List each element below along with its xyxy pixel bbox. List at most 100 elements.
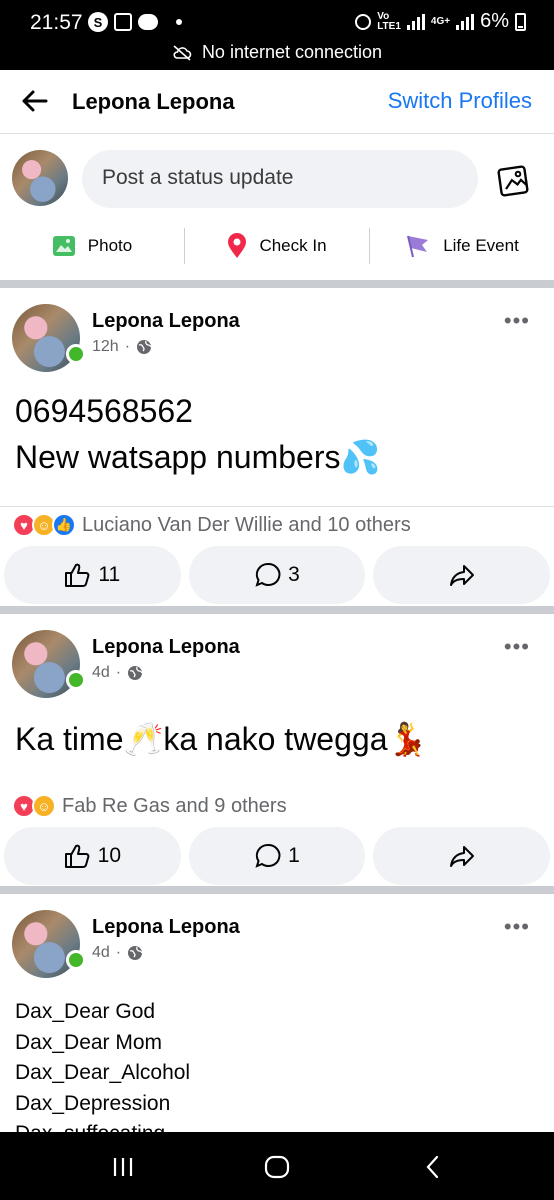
s-app-icon: S: [88, 12, 108, 32]
photo-label: Photo: [87, 236, 133, 255]
back-icon[interactable]: [418, 1152, 448, 1182]
status-notification-icons: S: [88, 12, 182, 32]
post-text-line: Ka time🥂ka nako twegga💃: [15, 721, 428, 757]
photo-button[interactable]: Photo: [0, 228, 184, 264]
globe-icon: [128, 946, 143, 960]
status-bar: 21:57 S Vo LTE1 4G+ 6% No internet conne…: [0, 0, 554, 70]
post-text: Ka time🥂ka nako twegga💃: [15, 716, 427, 762]
post-text: 0694568562 New watsapp numbers💦: [15, 388, 380, 480]
check-in-label: Check In: [259, 236, 327, 255]
signal-icon-2: [456, 13, 475, 30]
reactions-summary[interactable]: ♥ ☺ 👍 Luciano Van Der Willie and 10 othe…: [12, 513, 411, 537]
photo-icon: [52, 236, 75, 256]
post-text-line: Dax_Dear God: [15, 1000, 156, 1023]
like-icon: [65, 563, 90, 587]
more-options-icon[interactable]: •••: [504, 308, 530, 334]
post-text-line: 0694568562: [15, 393, 193, 429]
post-text-line: Dax_Dear_Alcohol: [15, 1061, 191, 1084]
post-text-line: New watsapp numbers💦: [15, 439, 381, 475]
post-text: Dax_Dear God Dax_Dear Mom Dax_Dear_Alcoh…: [15, 997, 190, 1132]
status-right-icons: Vo LTE1 4G+ 6%: [355, 10, 526, 33]
like-count: 10: [97, 844, 122, 867]
post-time[interactable]: 4d: [92, 944, 110, 962]
volte-icon: Vo LTE1: [377, 10, 401, 32]
network-status: No internet connection: [0, 42, 554, 63]
post-author[interactable]: Lepona Lepona: [92, 310, 240, 333]
post-time[interactable]: 12h: [92, 338, 119, 356]
location-pin-icon: [228, 233, 247, 258]
post-meta: 4d ·: [92, 944, 143, 962]
home-icon[interactable]: [262, 1152, 292, 1182]
post-text-line: Dax_Depression: [15, 1091, 171, 1115]
status-update-input[interactable]: Post a status update: [82, 150, 478, 208]
life-event-button[interactable]: Life Event: [370, 228, 554, 264]
share-icon: [449, 565, 474, 586]
like-button[interactable]: 10: [4, 827, 181, 885]
post-card: Lepona Lepona 4d · ••• Ka time🥂ka nako t…: [0, 614, 554, 886]
reactions-text: Luciano Van Der Willie and 10 others: [82, 513, 411, 536]
status-time: 21:57: [30, 11, 83, 34]
composer: Post a status update Photo Check In Life…: [0, 134, 554, 280]
comment-count: 3: [288, 563, 300, 586]
switch-profiles-button[interactable]: Switch Profiles: [388, 88, 532, 114]
reactions-text: Fab Re Gas and 9 others: [62, 794, 287, 817]
flag-icon: [407, 235, 429, 258]
more-notifications-dot-icon: [176, 19, 182, 25]
more-options-icon[interactable]: •••: [504, 914, 530, 940]
reactions-summary[interactable]: ♥ ☺ Fab Re Gas and 9 others: [12, 794, 287, 818]
comment-button[interactable]: 3: [188, 546, 366, 604]
online-status-dot: [66, 950, 86, 970]
globe-icon: [137, 340, 152, 354]
avatar-image: [12, 150, 68, 206]
signal-icon: [406, 13, 425, 30]
share-button[interactable]: [373, 546, 551, 604]
post-card: Lepona Lepona 4d · ••• Dax_Dear God Dax_…: [0, 894, 554, 1132]
post-author[interactable]: Lepona Lepona: [92, 636, 240, 659]
post-actions: 11 3: [4, 546, 551, 604]
share-icon: [449, 846, 474, 867]
post-text-line: Dax_suffocating: [15, 1119, 190, 1132]
recent-apps-icon[interactable]: [108, 1152, 138, 1182]
globe-icon: [128, 666, 143, 680]
comment-icon: [255, 843, 281, 868]
post-actions: 10 1: [4, 827, 551, 885]
alarm-icon: [355, 13, 372, 30]
more-options-icon[interactable]: •••: [504, 634, 530, 660]
post-author[interactable]: Lepona Lepona: [92, 916, 240, 939]
post-time[interactable]: 4d: [92, 664, 110, 682]
avatar[interactable]: [12, 150, 68, 206]
online-status-dot: [66, 344, 86, 364]
cloud-off-icon: [173, 44, 192, 61]
comment-icon: [255, 562, 281, 587]
system-nav-bar: [0, 1132, 554, 1200]
composer-actions: Photo Check In Life Event: [0, 226, 554, 266]
care-reaction-icon: ☺: [32, 794, 56, 818]
battery-icon: [515, 12, 526, 31]
gallery-icon: [114, 13, 132, 31]
post-meta: 12h ·: [92, 338, 152, 356]
like-button[interactable]: 11: [4, 546, 181, 604]
online-status-dot: [66, 670, 86, 690]
message-bubble-icon: [138, 14, 158, 30]
comment-button[interactable]: 1: [188, 827, 366, 885]
post-text-line: Dax_Dear Mom: [15, 1030, 163, 1054]
like-icon: [64, 844, 90, 868]
share-button[interactable]: [373, 827, 551, 885]
check-in-button[interactable]: Check In: [185, 228, 369, 264]
life-event-label: Life Event: [443, 236, 519, 255]
like-count: 11: [98, 563, 121, 586]
meta-separator: ·: [124, 338, 131, 355]
app-header: Lepona Lepona Switch Profiles: [0, 70, 554, 134]
back-arrow-icon[interactable]: [18, 84, 52, 118]
divider: [0, 506, 554, 507]
comment-count: 1: [288, 844, 300, 867]
post-meta: 4d ·: [92, 664, 143, 682]
network-message: No internet connection: [201, 42, 383, 62]
post-card: Lepona Lepona 12h · ••• 0694568562 New w…: [0, 288, 554, 606]
battery-percent: 6%: [480, 10, 509, 32]
add-photo-icon[interactable]: [496, 160, 534, 198]
4g-icon: 4G+: [430, 15, 451, 27]
meta-separator: ·: [115, 944, 122, 961]
meta-separator: ·: [115, 664, 122, 681]
like-reaction-icon: 👍: [52, 513, 76, 537]
